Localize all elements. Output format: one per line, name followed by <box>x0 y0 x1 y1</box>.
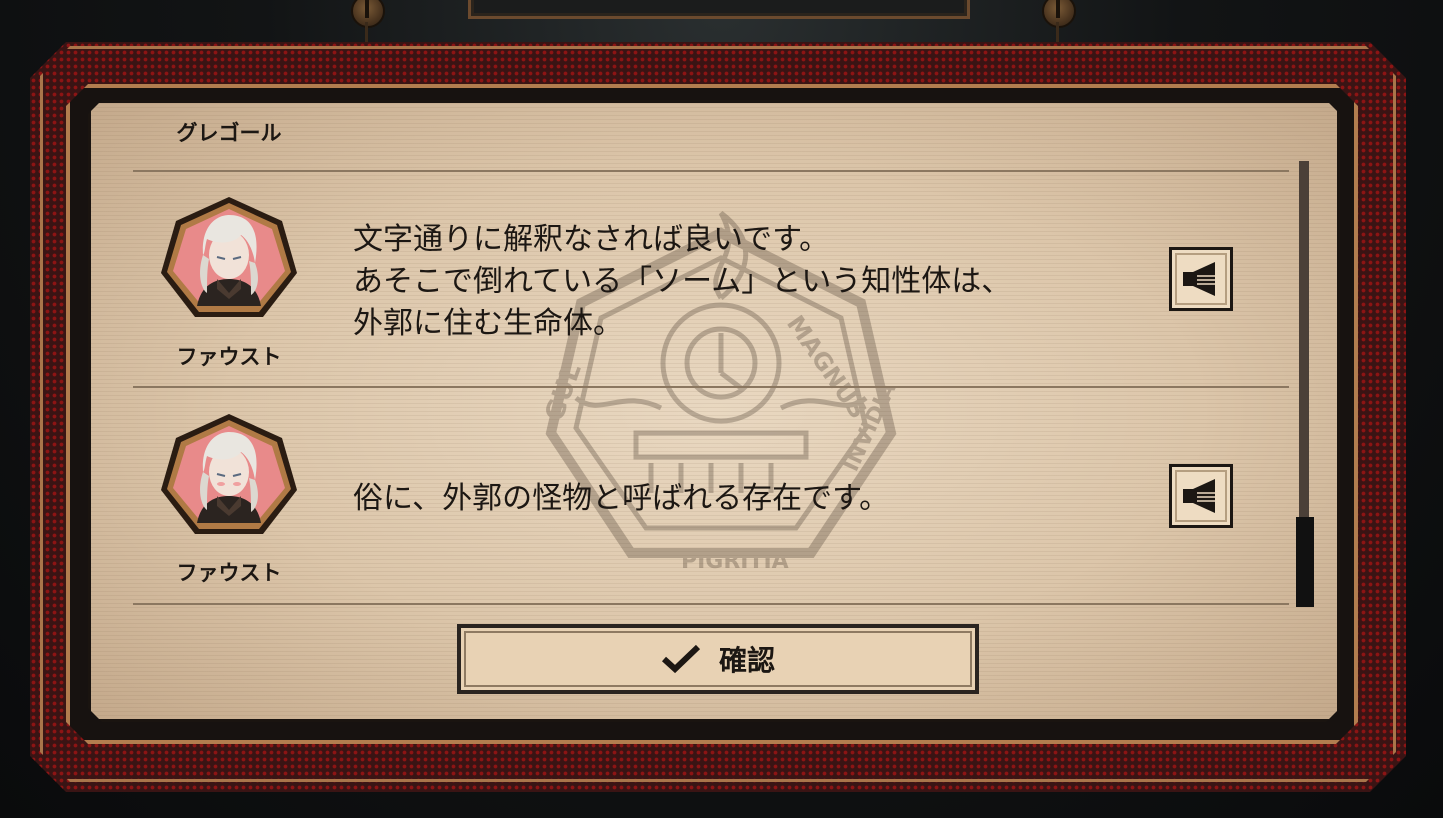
left-rivet-ornament <box>351 0 385 28</box>
confirm-button[interactable]: 確認 <box>457 624 979 694</box>
faust-portrait <box>157 193 301 323</box>
dialogue-text: 文字通りに解釈なされば良いです。 あそこで倒れている「ソーム」という知性体は、 … <box>353 222 1012 341</box>
speaker-icon <box>1181 479 1221 513</box>
entry-divider <box>133 386 1289 388</box>
dialog-log-panel[interactable]: MAGNUS GUL PIGRITIA INVIDIA グレゴール ファウスト … <box>88 100 1340 722</box>
left-rivet-stem <box>365 22 368 42</box>
entry-divider <box>133 170 1289 172</box>
voice-replay-button[interactable] <box>1169 464 1233 528</box>
game-screen: MAGNUS GUL PIGRITIA INVIDIA グレゴール ファウスト … <box>0 0 1443 818</box>
svg-text:GUL: GUL <box>539 360 587 426</box>
svg-text:INVIDIA: INVIDIA <box>839 379 902 476</box>
top-ornament-plate <box>468 0 970 19</box>
faust-portrait <box>157 410 301 540</box>
right-rivet-stem <box>1056 22 1059 42</box>
confirm-label: 確認 <box>718 644 775 677</box>
checkmark-icon <box>661 644 701 674</box>
dialogue-text: 俗に、外郭の怪物と呼ばれる存在です。 <box>353 481 890 516</box>
entry-divider <box>133 603 1289 605</box>
speaker-name: ファウスト <box>176 561 282 585</box>
speaker-icon <box>1181 262 1221 296</box>
speaker-name: ファウスト <box>176 345 282 369</box>
right-rivet-ornament <box>1042 0 1076 28</box>
previous-speaker-name: グレゴール <box>176 121 282 145</box>
svg-text:PIGRITIA: PIGRITIA <box>681 549 789 574</box>
scrollbar-thumb[interactable] <box>1296 517 1314 607</box>
voice-replay-button[interactable] <box>1169 247 1233 311</box>
